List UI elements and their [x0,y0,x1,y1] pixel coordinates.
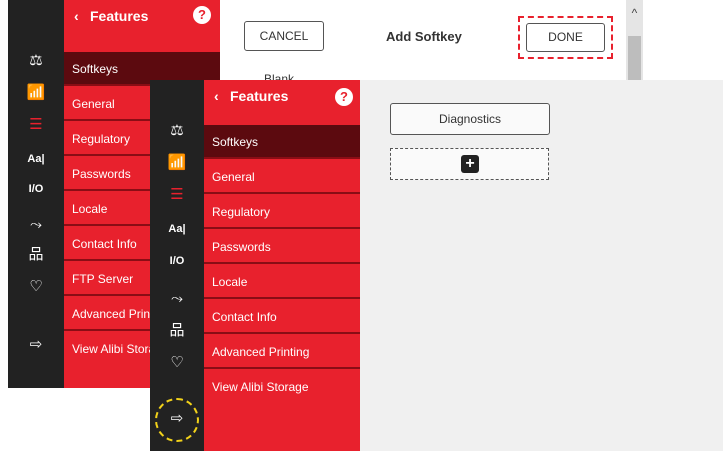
network-icon[interactable]: 📶 [8,84,64,102]
scale-icon[interactable]: ⚖ [150,122,204,140]
menu-title: Features [230,88,289,104]
menu-item-regulatory[interactable]: Regulatory [204,195,360,229]
icon-rail: ⚖ 📶 ☰ Aa| I/O ⤳ 品 ♡ ⇨ [8,0,64,388]
export-icon[interactable]: ⇨ [150,410,204,428]
language-icon[interactable]: Aa| [8,150,64,168]
features-icon[interactable]: ☰ [8,116,64,134]
hierarchy-icon[interactable]: 品 [150,322,204,340]
menu-item-passwords[interactable]: Passwords [204,230,360,264]
cancel-button[interactable]: CANCEL [244,21,324,51]
scroll-up-arrow-icon[interactable]: ^ [626,6,643,20]
menu-header: ‹ Features ? [64,0,220,36]
features-icon[interactable]: ☰ [150,186,204,204]
softkey-diagnostics-button[interactable]: Diagnostics [390,103,550,135]
health-icon[interactable]: ♡ [150,354,204,372]
health-icon[interactable]: ♡ [8,278,64,296]
hierarchy-icon[interactable]: 品 [8,246,64,264]
network-icon[interactable]: 📶 [150,154,204,172]
menu-item-contact-info[interactable]: Contact Info [204,300,360,334]
connectivity-icon[interactable]: ⤳ [8,216,64,234]
scale-icon[interactable]: ⚖ [8,52,64,70]
features-menu: ‹ Features ? Softkeys General Regulatory… [204,80,360,451]
menu-item-advanced-printing[interactable]: Advanced Printing [204,335,360,369]
connectivity-icon[interactable]: ⤳ [150,290,204,308]
help-icon[interactable]: ? [193,6,211,24]
menu-title: Features [90,8,149,24]
language-icon[interactable]: Aa| [150,220,204,238]
menu-item-locale[interactable]: Locale [204,265,360,299]
export-icon[interactable]: ⇨ [8,336,64,354]
add-icon[interactable]: + [461,155,479,173]
back-chevron-icon[interactable]: ‹ [74,8,79,24]
menu-item-view-alibi-storage[interactable]: View Alibi Storage [204,370,360,404]
dialog-title: Add Softkey [386,29,462,44]
add-softkey-slot[interactable]: + [390,148,549,180]
done-button[interactable]: DONE [526,23,605,52]
icon-rail: ⚖ 📶 ☰ Aa| I/O ⤳ 品 ♡ ⇨ [150,80,204,451]
scroll-thumb[interactable] [628,36,641,82]
menu-item-general[interactable]: General [204,160,360,194]
menu-item-softkeys[interactable]: Softkeys [204,125,360,159]
front-screen: ⚖ 📶 ☰ Aa| I/O ⤳ 品 ♡ ⇨ ‹ Features ? Softk… [150,80,723,451]
io-icon[interactable]: I/O [150,252,204,270]
back-chevron-icon[interactable]: ‹ [214,88,219,104]
help-icon[interactable]: ? [335,88,353,106]
menu-header: ‹ Features ? [204,80,360,116]
io-icon[interactable]: I/O [8,180,64,198]
